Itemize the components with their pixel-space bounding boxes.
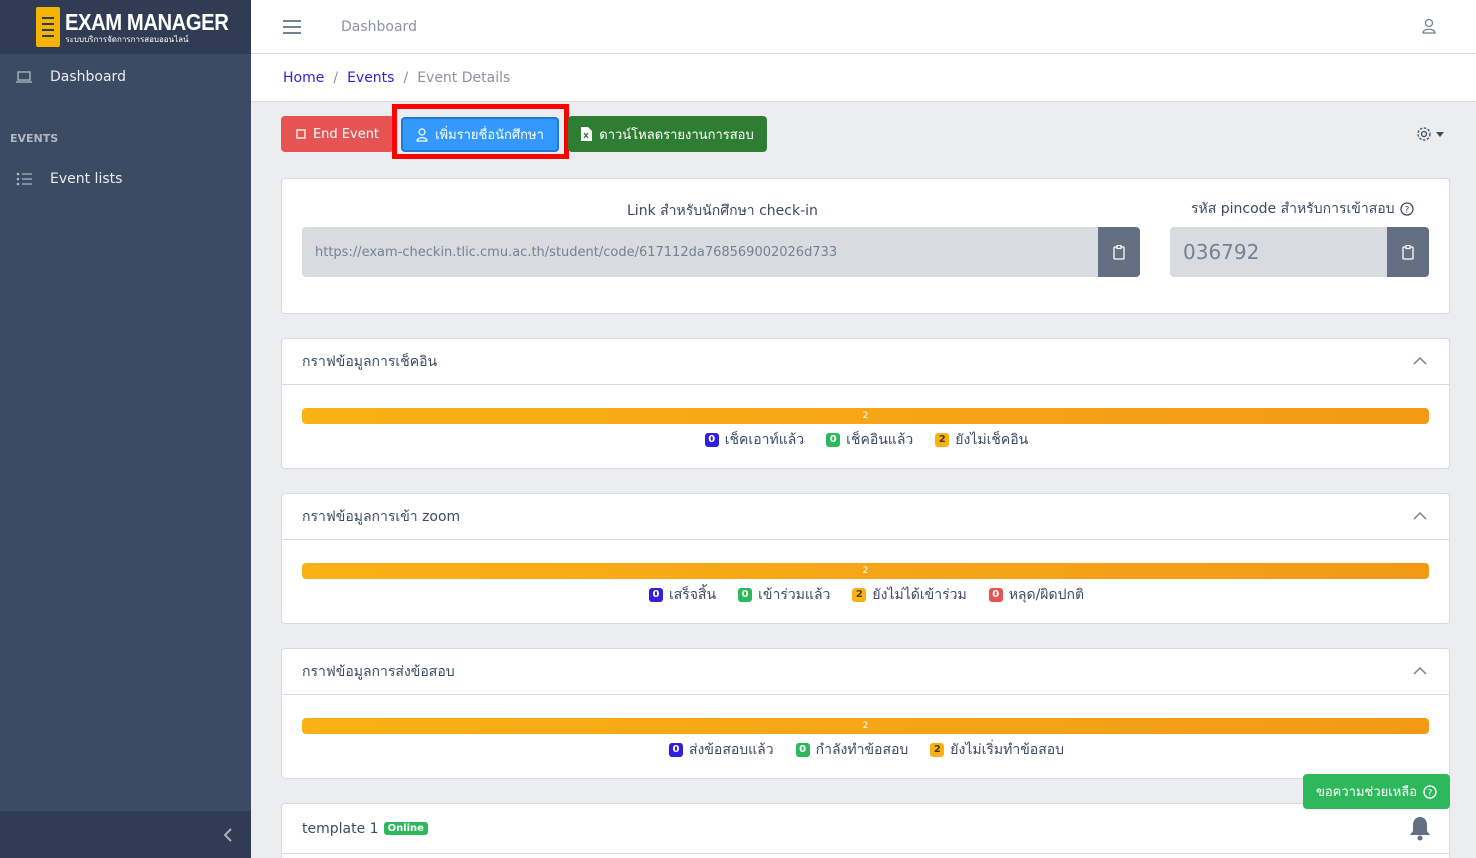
add-students-button[interactable]: เพิ่มรายชื่อนักศึกษา [401,117,559,152]
chevron-left-icon [223,827,232,842]
svg-text:?: ? [1428,788,1433,798]
card-title: กราฟข้อมูลการเช็คอิน [302,353,438,370]
chevron-up-icon[interactable] [1413,356,1427,365]
progress-bar: 2 [302,718,1429,734]
copy-pincode-button[interactable] [1387,227,1429,277]
sidebar-item-event-lists[interactable]: Event lists [0,156,251,202]
sidebar-section-title: EVENTS [10,132,59,145]
legend-item: 2 ยังไม่เริ่มทำข้อสอบ [930,739,1064,761]
clipboard-icon [1113,244,1125,260]
sidebar-item-label: Event lists [50,171,123,187]
breadcrumb-events[interactable]: Events [347,70,394,86]
chart-legend: 0 ส่งข้อสอบแล้ว 0 กำลังทำข้อสอบ 2 ยังไม่เริ… [282,739,1451,761]
user-icon[interactable] [1422,18,1436,38]
checkin-link-card: Link สำหรับนักศึกษา check-in รหัส pincod… [281,178,1450,314]
svg-text:?: ? [1404,206,1409,216]
user-icon [416,127,428,142]
legend-item: 2 ยังไม่ได้เข้าร่วม [852,584,967,606]
progress-bar: 2 [302,408,1429,424]
sidebar-minimize-button[interactable] [0,811,251,858]
settings-dropdown[interactable] [1416,126,1444,142]
chart-legend: 0 เช็คเอาท์แล้ว 0 เช็คอินแล้ว 2 ยังไม่เช็คอ… [282,429,1451,451]
legend-item: 0 กำลังทำข้อสอบ [795,739,908,761]
link-label: Link สำหรับนักศึกษา check-in [627,203,818,219]
sidebar-item-label: Dashboard [50,69,126,85]
online-badge: Online [383,822,428,835]
checkin-chart-card: กราฟข้อมูลการเช็คอิน 2 0 เช็คเอาท์แล้ว 0เ… [281,338,1450,469]
brand[interactable]: EXAM MANAGER ระบบบริการจัดการการสอบออนไล… [0,0,251,54]
brand-subtitle: ระบบบริการจัดการการสอบออนไลน์ [65,34,189,44]
breadcrumb-home[interactable]: Home [283,70,324,86]
excel-file-icon [581,127,593,141]
legend-item: 0 เข้าร่วมแล้ว [738,584,830,606]
sidebar-item-dashboard[interactable]: Dashboard [0,54,251,100]
bell-icon[interactable] [1409,815,1431,845]
pincode-label: รหัส pincode สำหรับการเข้าสอบ [1191,201,1395,217]
breadcrumb-current: Event Details [417,69,511,86]
legend-item: 0 เช็คอินแล้ว [826,429,913,451]
question-circle-icon: ? [1423,784,1437,799]
sidebar: EXAM MANAGER ระบบบริการจัดการการสอบออนไล… [0,0,251,858]
exam-logo-icon [36,7,61,47]
legend-item: 2 ยังไม่เช็คอิน [935,429,1028,451]
legend-item: 0 ส่งข้อสอบแล้ว [668,739,774,761]
download-report-button[interactable]: ดาวน์โหลดรายงานการสอบ [568,116,767,152]
copy-link-button[interactable] [1098,227,1140,277]
header-dashboard-link[interactable]: Dashboard [341,19,417,35]
list-icon [16,172,34,186]
brand-title: EXAM MANAGER [65,8,229,35]
legend-item: 0 เสร็จสิ้น [648,584,716,606]
square-icon [296,129,306,139]
template-title: template 1 [302,820,379,837]
question-circle-icon[interactable]: ? [1399,202,1414,216]
legend-item: 0 หลุด/ผิดปกติ [988,584,1084,606]
submit-chart-card: กราฟข้อมูลการส่งข้อสอบ 2 0 ส่งข้อสอบแล้ว … [281,648,1450,779]
card-title: กราฟข้อมูลการเข้า zoom [302,508,461,525]
card-title: กราฟข้อมูลการส่งข้อสอบ [302,663,455,680]
progress-bar: 2 [302,563,1429,579]
zoom-chart-card: กราฟข้อมูลการเข้า zoom 2 0 เสร็จสิ้น 0 เข้… [281,493,1450,624]
header: Dashboard [251,0,1476,54]
clipboard-icon [1402,244,1414,260]
caret-down-icon [1436,131,1444,137]
legend-item: 0 เช็คเอาท์แล้ว [704,429,804,451]
gear-icon [1417,127,1431,141]
checkin-link-field[interactable]: https://exam-checkin.tlic.cmu.ac.th/stud… [302,227,1098,277]
chevron-up-icon[interactable] [1413,511,1427,520]
help-button[interactable]: ขอความช่วยเหลือ ? [1303,774,1450,809]
pincode-field[interactable]: 036792 [1170,227,1387,277]
end-event-button[interactable]: End Event [281,116,394,152]
chart-legend: 0 เสร็จสิ้น 0 เข้าร่วมแล้ว 2 ยังไม่ได้เข้าร… [282,584,1451,606]
laptop-icon [16,70,34,84]
breadcrumb: Home / Events / Event Details [251,54,1476,102]
hamburger-menu-icon[interactable] [283,16,301,38]
template-card: template 1 Online [281,803,1450,858]
chevron-up-icon[interactable] [1413,666,1427,675]
